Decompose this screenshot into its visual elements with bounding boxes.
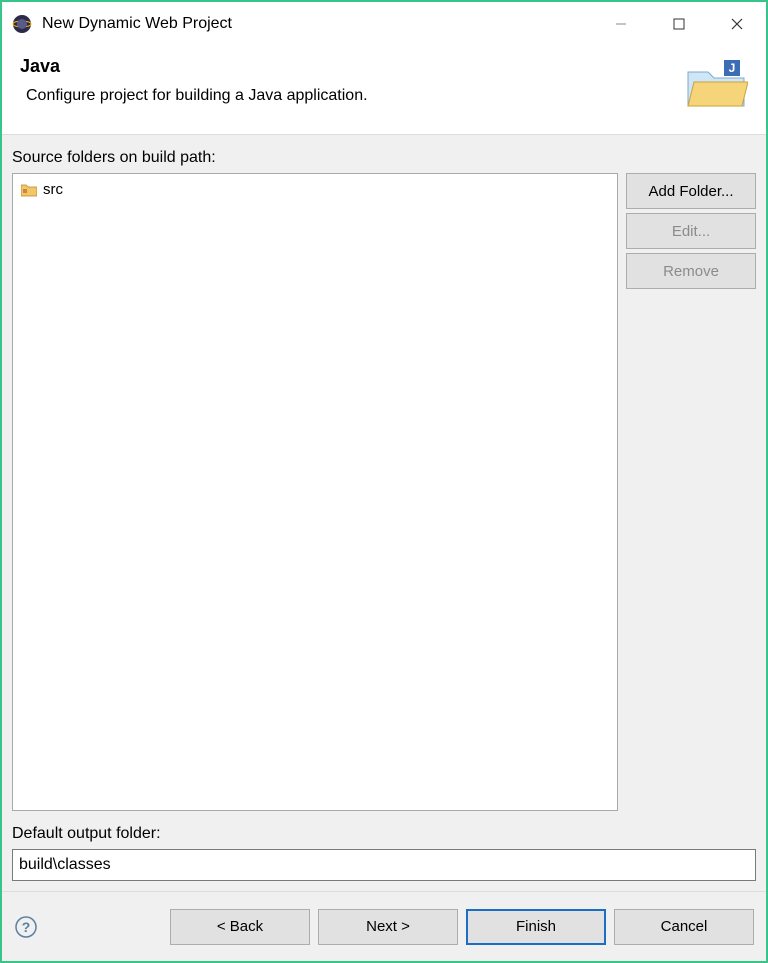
next-button[interactable]: Next > (318, 909, 458, 945)
edit-button[interactable]: Edit... (626, 213, 756, 249)
java-folder-icon: J (684, 56, 748, 112)
title-bar: New Dynamic Web Project (2, 2, 766, 46)
add-folder-button[interactable]: Add Folder... (626, 173, 756, 209)
wizard-header: Java Configure project for building a Ja… (2, 46, 766, 135)
maximize-button[interactable] (650, 2, 708, 46)
remove-button[interactable]: Remove (626, 253, 756, 289)
minimize-button[interactable] (592, 2, 650, 46)
close-button[interactable] (708, 2, 766, 46)
cancel-button[interactable]: Cancel (614, 909, 754, 945)
finish-button[interactable]: Finish (466, 909, 606, 945)
wizard-body: Source folders on build path: src Add Fo… (2, 135, 766, 891)
back-button[interactable]: < Back (170, 909, 310, 945)
eclipse-icon (12, 14, 32, 34)
page-subtitle: Configure project for building a Java ap… (20, 87, 672, 105)
source-folders-list[interactable]: src (12, 173, 618, 811)
window-controls (592, 2, 766, 46)
window-title: New Dynamic Web Project (42, 15, 592, 33)
svg-text:?: ? (22, 919, 31, 935)
output-folder-label: Default output folder: (12, 825, 756, 843)
help-icon[interactable]: ? (14, 915, 38, 939)
source-folders-label: Source folders on build path: (12, 149, 756, 167)
wizard-footer: ? < Back Next > Finish Cancel (2, 891, 766, 961)
list-item-label: src (43, 181, 63, 198)
page-title: Java (20, 56, 672, 77)
package-folder-icon (21, 183, 37, 197)
svg-text:J: J (729, 61, 736, 75)
list-item[interactable]: src (21, 180, 609, 199)
folder-buttons: Add Folder... Edit... Remove (626, 173, 756, 811)
output-folder-input[interactable] (12, 849, 756, 881)
